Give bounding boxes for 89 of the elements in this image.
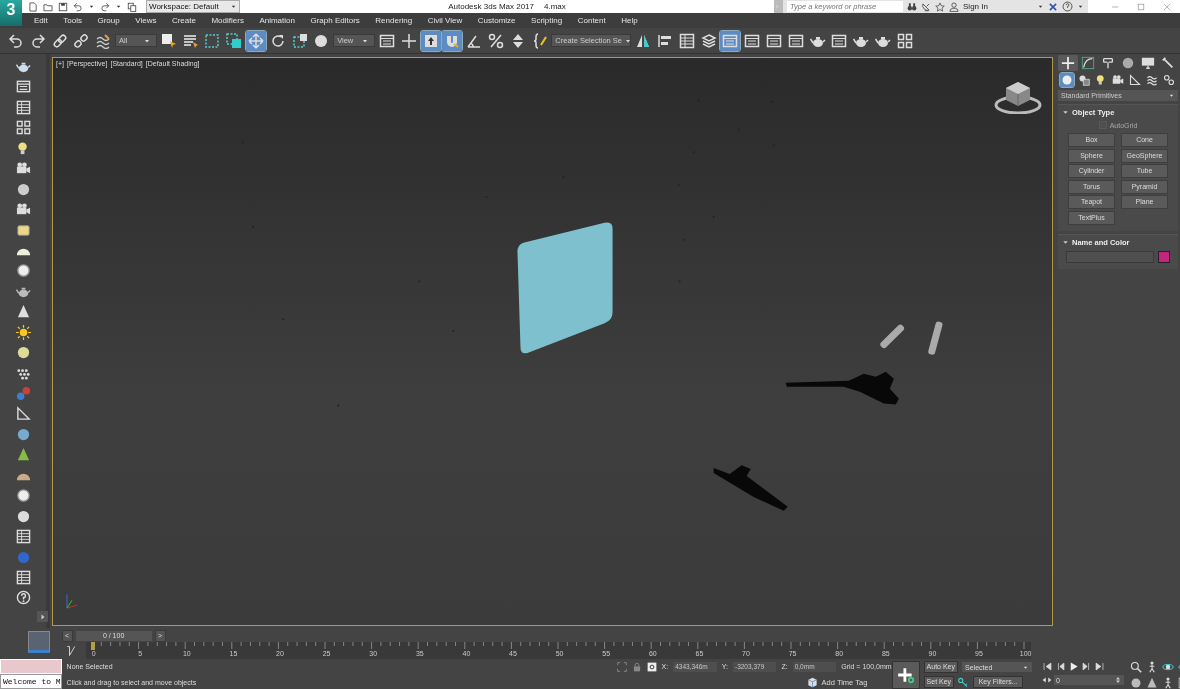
circle-icon[interactable] — [15, 488, 31, 504]
user-icon[interactable] — [949, 1, 959, 12]
menu-item[interactable]: Rendering — [375, 16, 413, 25]
satellite-dish-icon[interactable] — [921, 1, 931, 12]
search-toggle-button[interactable] — [774, 0, 783, 13]
play-icon — [38, 612, 47, 621]
triangle-icon[interactable] — [1062, 109, 1069, 116]
app-title: Autodesk 3ds Max 2017 — [448, 2, 535, 11]
menu-item[interactable]: Graph Editors — [310, 16, 360, 25]
left-right-arrows-icon[interactable] — [1042, 675, 1053, 685]
plane-object[interactable] — [517, 222, 613, 354]
sign-in-link[interactable]: Sign In — [963, 2, 988, 11]
cone-icon[interactable] — [15, 447, 31, 463]
star-icon[interactable] — [935, 1, 945, 12]
rectangle-icon[interactable] — [15, 222, 31, 238]
camera-icon[interactable] — [1111, 73, 1125, 87]
skip-start-icon[interactable] — [1042, 661, 1054, 672]
table-icon[interactable] — [15, 529, 31, 545]
menu-item[interactable]: Scripting — [531, 16, 563, 25]
help-icon[interactable] — [1062, 1, 1073, 12]
color-swatch[interactable] — [1158, 250, 1170, 263]
table-icon[interactable] — [15, 569, 31, 585]
menu-item[interactable]: Help — [621, 16, 638, 25]
undo-icon[interactable] — [73, 1, 83, 12]
menu-item[interactable]: Animation — [259, 16, 295, 25]
cone-icon[interactable] — [1146, 677, 1159, 689]
listener-field[interactable] — [0, 659, 62, 674]
cube-icon[interactable] — [806, 676, 818, 688]
redo-icon[interactable] — [100, 1, 110, 12]
time-slider-handle[interactable] — [90, 642, 95, 650]
menu-item[interactable]: Tools — [63, 16, 82, 25]
orbit-icon[interactable] — [1162, 661, 1175, 673]
arrow-square-icon[interactable] — [420, 30, 441, 51]
caret-icon[interactable] — [1037, 3, 1044, 10]
caret-icon[interactable] — [88, 3, 95, 10]
expand-button[interactable] — [37, 611, 48, 622]
viewport-layout-thumbnail[interactable] — [27, 631, 50, 653]
plus-icon[interactable] — [1058, 55, 1078, 71]
listener-output: Welcome to M — [0, 674, 62, 689]
menu-item[interactable]: Modifiers — [211, 16, 244, 25]
key-icon[interactable] — [958, 676, 970, 688]
save-icon[interactable] — [58, 1, 68, 12]
file-name: 4.max — [544, 2, 566, 11]
ruler-icon[interactable] — [1128, 73, 1143, 87]
new-file-icon[interactable] — [28, 1, 38, 12]
app-logo[interactable]: 3 — [0, 0, 22, 26]
skip-end-icon[interactable] — [1094, 661, 1106, 672]
triangle-icon[interactable] — [15, 406, 31, 422]
menu-item[interactable]: Customize — [477, 16, 516, 25]
sphere-icon[interactable] — [1130, 677, 1143, 689]
menu-item[interactable]: Create — [171, 16, 196, 25]
menu-item[interactable]: Views — [135, 16, 157, 25]
window-icon[interactable] — [15, 79, 31, 95]
sphere-icon[interactable] — [15, 508, 31, 524]
menu-item[interactable]: Edit — [34, 16, 48, 25]
caret-icon — [1168, 92, 1175, 99]
sphere-icon[interactable] — [15, 345, 31, 361]
folder-icon[interactable] — [43, 1, 53, 12]
play-icon[interactable] — [1068, 661, 1080, 672]
binoculars-icon[interactable] — [907, 1, 917, 12]
axis-tripod-icon — [66, 593, 78, 609]
sphere-icon[interactable] — [15, 181, 31, 197]
menu-item[interactable]: Civil View — [427, 16, 463, 25]
lock-icon[interactable] — [631, 661, 642, 672]
plus-icon[interactable] — [891, 660, 920, 689]
grid-icon[interactable] — [15, 120, 31, 136]
chain-link-icon[interactable] — [1162, 73, 1177, 87]
x-logo-icon[interactable] — [1048, 1, 1058, 12]
cone-icon[interactable] — [15, 304, 31, 320]
shapes-icon[interactable] — [1076, 73, 1091, 87]
caret-icon[interactable] — [115, 3, 122, 10]
menu-item[interactable]: Group — [97, 16, 120, 25]
table-icon[interactable] — [15, 99, 31, 115]
target-icon[interactable] — [646, 661, 657, 672]
spinner-icon — [1114, 676, 1123, 684]
sun-icon[interactable] — [15, 324, 31, 340]
play-icon — [774, 3, 781, 10]
caret-icon[interactable] — [230, 3, 237, 10]
triangle-icon[interactable] — [1062, 238, 1069, 246]
search-icon[interactable] — [1130, 661, 1143, 673]
project-folder-icon[interactable] — [127, 1, 137, 12]
step-back-icon[interactable] — [1055, 661, 1067, 672]
sphere-icon[interactable] — [15, 426, 31, 442]
menu-item[interactable]: Content — [577, 16, 606, 25]
sphere-icon[interactable] — [1059, 73, 1074, 87]
waves-icon[interactable] — [1145, 73, 1160, 87]
circle-icon[interactable] — [15, 263, 31, 279]
caret-icon[interactable] — [1077, 3, 1084, 10]
workspace-dropdown[interactable]: Workspace: Default — [146, 0, 240, 13]
